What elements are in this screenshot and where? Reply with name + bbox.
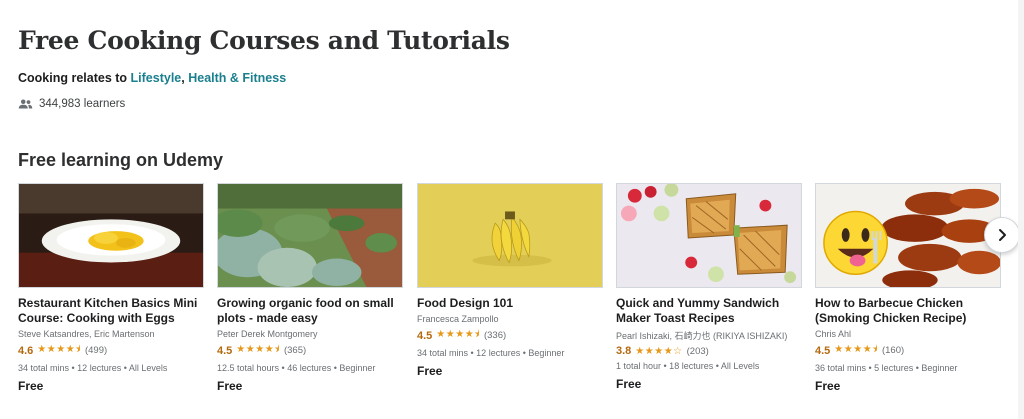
course-thumbnail[interactable] [417,183,603,288]
rating-count: (203) [686,345,709,357]
course-title[interactable]: Growing organic food on small plots - ma… [217,296,403,326]
course-price: Free [616,377,642,391]
star-rating-icon: ★★★★⯨ [436,329,480,340]
course-author: Steve Katsandres, Eric Martenson [18,329,155,339]
course-card[interactable]: Food Design 101 Francesca Zampollo 4.5 ★… [417,183,603,403]
course-author: Francesca Zampollo [417,314,499,324]
rating-value: 4.5 [815,344,831,357]
star-rating-icon: ★★★★☆ [635,345,683,357]
star-rating-icon: ★★★★⯨ [834,344,878,355]
scrollbar-track[interactable] [1018,0,1024,419]
course-price: Free [815,379,841,393]
course-meta: 34 total mins • 12 lectures • All Levels [18,363,168,373]
course-rating: 4.5 ★★★★⯨ (160) [815,342,1001,359]
course-carousel: Restaurant Kitchen Basics Mini Course: C… [18,183,1002,403]
rating-value: 3.8 [616,345,632,357]
course-card[interactable]: Quick and Yummy Sandwich Maker Toast Rec… [616,183,802,403]
eggs-plate-image [19,184,203,287]
related-topics: Cooking relates to Lifestyle, Health & F… [18,71,286,85]
course-card[interactable]: How to Barbecue Chicken (Smoking Chicken… [815,183,1001,403]
relates-prefix: Cooking relates to [18,71,128,85]
learners-text: 344,983 learners [39,98,126,110]
people-icon [18,99,33,109]
course-card[interactable]: Growing organic food on small plots - ma… [217,183,403,403]
course-thumbnail[interactable] [18,183,204,288]
course-card[interactable]: Restaurant Kitchen Basics Mini Course: C… [18,183,204,403]
rating-count: (336) [483,330,507,341]
learners-count: 344,983 learners [18,98,125,110]
course-price: Free [217,379,243,393]
course-meta: 1 total hour • 18 lectures • All Levels [616,361,760,371]
vegetable-garden-image [218,184,402,287]
chevron-right-icon [999,229,1006,241]
relates-separator: , [181,71,185,85]
course-title[interactable]: Food Design 101 [417,296,603,311]
course-rating: 4.5 ★★★★⯨ (365) [217,342,403,359]
rating-value: 4.6 [18,344,34,357]
course-thumbnail[interactable] [815,183,1001,288]
carousel-next-button[interactable] [984,217,1020,253]
course-meta: 12.5 total hours • 46 lectures • Beginne… [217,363,376,373]
lifestyle-link[interactable]: Lifestyle [131,71,182,85]
star-rating-icon: ★★★★⯨ [236,344,280,355]
course-author: Chris Ahl [815,329,852,339]
bananas-image [418,184,602,287]
course-rating: 3.8 ★★★★☆ (203) [616,345,802,357]
course-author: Pearl Ishizaki, 石崎力也 (RIKIYA ISHIZAKI) [616,331,788,341]
course-thumbnail[interactable] [217,183,403,288]
health-fitness-link[interactable]: Health & Fitness [188,71,286,85]
course-rating: 4.6 ★★★★⯨ (499) [18,342,204,359]
rating-count: (499) [84,345,108,356]
course-price: Free [18,379,44,393]
course-title[interactable]: Restaurant Kitchen Basics Mini Course: C… [18,296,204,326]
course-meta: 36 total mins • 5 lectures • Beginner [815,363,958,373]
course-title[interactable]: Quick and Yummy Sandwich Maker Toast Rec… [616,296,802,326]
rating-value: 4.5 [417,329,433,342]
toast-sandwiches-image [617,184,801,287]
rating-value: 4.5 [217,344,233,357]
bbq-chicken-image [816,184,1000,287]
page-title: Free Cooking Courses and Tutorials [18,26,510,55]
course-author: Peter Derek Montgomery [217,329,318,339]
star-rating-icon: ★★★★⯨ [37,344,81,355]
course-title[interactable]: How to Barbecue Chicken (Smoking Chicken… [815,296,1001,326]
rating-count: (160) [881,345,905,356]
section-title: Free learning on Udemy [18,150,224,170]
course-meta: 34 total mins • 12 lectures • Beginner [417,348,565,358]
course-rating: 4.5 ★★★★⯨ (336) [417,327,603,344]
course-thumbnail[interactable] [616,183,802,288]
course-price: Free [417,364,443,378]
rating-count: (365) [283,345,307,356]
